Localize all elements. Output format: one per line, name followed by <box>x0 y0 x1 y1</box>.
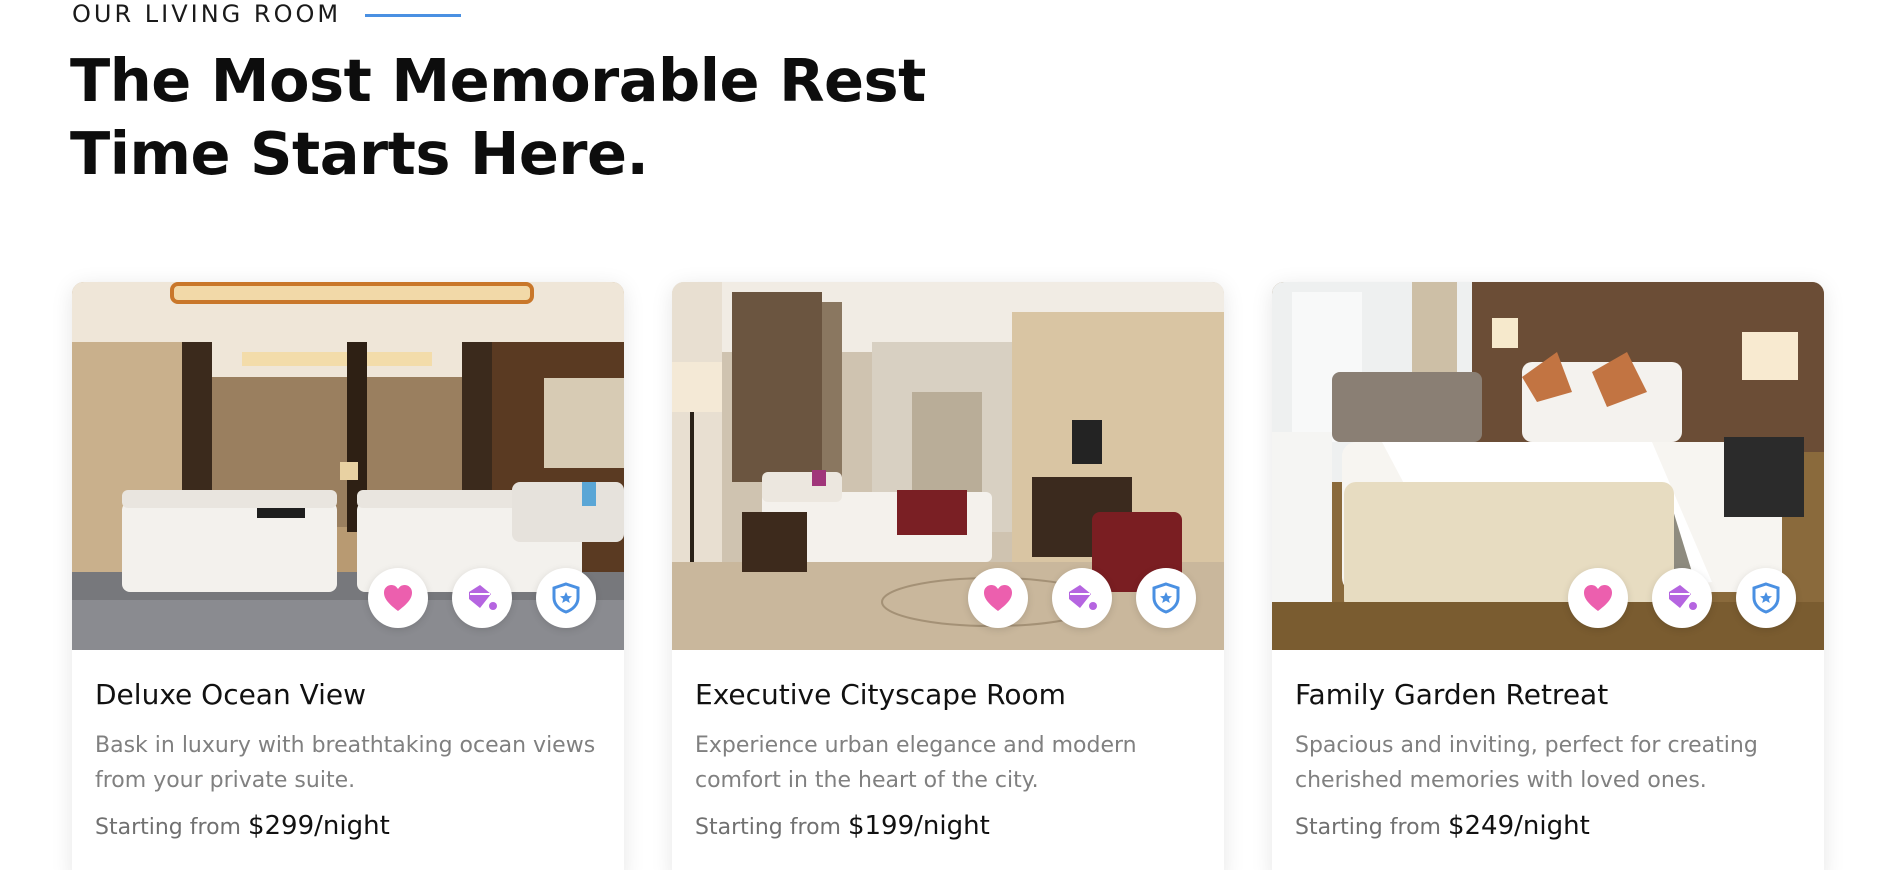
room-price: $249/night <box>1447 811 1590 841</box>
shield-star-icon <box>552 582 580 614</box>
room-card-body: Family Garden Retreat Spacious and invit… <box>1272 650 1824 844</box>
room-photo <box>72 282 624 650</box>
heart-icon <box>1584 585 1612 611</box>
room-card[interactable]: Executive Cityscape Room Experience urba… <box>672 282 1224 870</box>
favorite-button[interactable] <box>1568 568 1628 628</box>
room-title[interactable]: Family Garden Retreat <box>1295 676 1800 714</box>
favorite-button[interactable] <box>368 568 428 628</box>
room-price: $199/night <box>847 811 990 841</box>
paint-button[interactable] <box>1652 568 1712 628</box>
shield-star-icon <box>1752 582 1780 614</box>
room-photo <box>1272 282 1824 650</box>
room-price-row: Starting from $249/night <box>1295 810 1800 844</box>
room-card[interactable]: Deluxe Ocean View Bask in luxury with br… <box>72 282 624 870</box>
price-label: Starting from <box>95 815 241 840</box>
headline-line-1: The Most Memorable Rest <box>70 46 926 115</box>
room-description: Bask in luxury with breathtaking ocean v… <box>95 733 596 793</box>
paint-button[interactable] <box>1052 568 1112 628</box>
room-actions <box>368 568 596 628</box>
room-title[interactable]: Deluxe Ocean View <box>95 676 600 714</box>
security-button[interactable] <box>536 568 596 628</box>
section-headline: The Most Memorable Rest Time Starts Here… <box>70 44 926 190</box>
eyebrow-accent-line <box>365 13 462 17</box>
room-price: $299/night <box>247 811 390 841</box>
room-cards: Deluxe Ocean View Bask in luxury with br… <box>72 282 1824 870</box>
room-card-body: Executive Cityscape Room Experience urba… <box>672 650 1224 844</box>
room-card[interactable]: Family Garden Retreat Spacious and invit… <box>1272 282 1824 870</box>
paint-bucket-icon <box>469 585 497 610</box>
shield-star-icon <box>1152 582 1180 614</box>
paint-button[interactable] <box>452 568 512 628</box>
room-actions <box>1568 568 1796 628</box>
heart-icon <box>384 585 412 611</box>
room-photo <box>672 282 1224 650</box>
price-label: Starting from <box>1295 815 1441 840</box>
room-price-row: Starting from $199/night <box>695 810 1200 844</box>
room-actions <box>968 568 1196 628</box>
room-card-body: Deluxe Ocean View Bask in luxury with br… <box>72 650 624 844</box>
eyebrow-text: OUR LIVING ROOM <box>72 0 342 28</box>
price-label: Starting from <box>695 815 841 840</box>
security-button[interactable] <box>1736 568 1796 628</box>
heart-icon <box>984 585 1012 611</box>
section-eyebrow: OUR LIVING ROOM <box>72 0 462 28</box>
headline-line-2: Time Starts Here. <box>70 119 649 188</box>
room-title[interactable]: Executive Cityscape Room <box>695 676 1200 714</box>
room-description: Spacious and inviting, perfect for creat… <box>1295 733 1758 793</box>
security-button[interactable] <box>1136 568 1196 628</box>
favorite-button[interactable] <box>968 568 1028 628</box>
room-description: Experience urban elegance and modern com… <box>695 733 1137 793</box>
paint-bucket-icon <box>1069 585 1097 610</box>
paint-bucket-icon <box>1669 585 1697 610</box>
room-price-row: Starting from $299/night <box>95 810 600 844</box>
rooms-section: OUR LIVING ROOM The Most Memorable Rest … <box>0 0 1886 870</box>
